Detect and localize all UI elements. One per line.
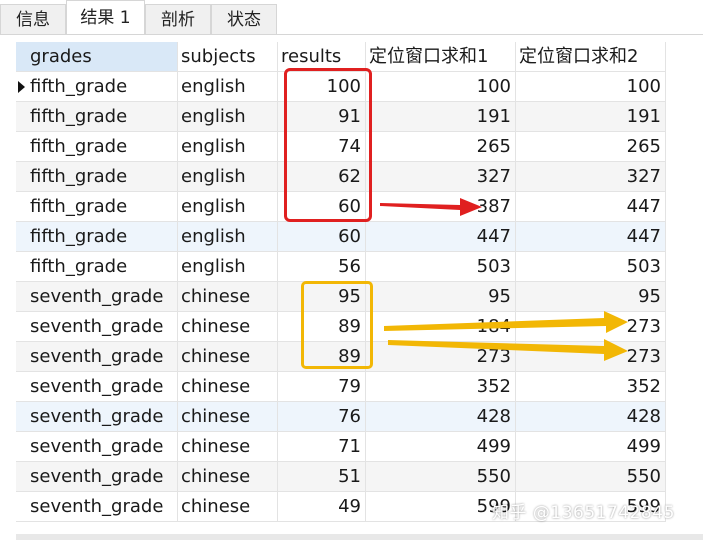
grades-cell[interactable]: seventh_grade (16, 312, 178, 342)
window-sum-1-cell[interactable]: 273 (366, 342, 516, 372)
window-sum-2-cell[interactable]: 100 (516, 72, 666, 102)
window-sum-2-cell[interactable]: 273 (516, 312, 666, 342)
table-row[interactable]: seventh_grade chinese 51 550 550 (16, 462, 666, 492)
window-sum-2-cell[interactable]: 499 (516, 432, 666, 462)
table-row[interactable]: fifth_grade english 56 503 503 (16, 252, 666, 282)
subjects-cell[interactable]: english (178, 102, 278, 132)
table-row[interactable]: seventh_grade chinese 76 428 428 (16, 402, 666, 432)
tab-status[interactable]: 状态 (211, 4, 277, 35)
subjects-cell[interactable]: english (178, 162, 278, 192)
watermark: 知乎 @13651742845 (492, 503, 675, 523)
window-sum-2-cell[interactable]: 428 (516, 402, 666, 432)
subjects-cell[interactable]: chinese (178, 492, 278, 522)
column-header-grades[interactable]: grades (16, 42, 178, 72)
grades-cell[interactable]: seventh_grade (16, 462, 178, 492)
subjects-cell[interactable]: english (178, 222, 278, 252)
window-sum-2-cell[interactable]: 447 (516, 222, 666, 252)
tab-divider (0, 34, 703, 35)
window-sum-1-cell[interactable]: 503 (366, 252, 516, 282)
grades-cell[interactable]: fifth_grade (16, 132, 178, 162)
results-cell[interactable]: 76 (278, 402, 366, 432)
grades-cell[interactable]: fifth_grade (16, 222, 178, 252)
results-cell[interactable]: 49 (278, 492, 366, 522)
grades-cell[interactable]: fifth_grade (16, 252, 178, 282)
window-sum-1-cell[interactable]: 100 (366, 72, 516, 102)
grades-cell[interactable]: seventh_grade (16, 402, 178, 432)
subjects-cell[interactable]: chinese (178, 282, 278, 312)
results-cell[interactable]: 71 (278, 432, 366, 462)
window-sum-2-cell[interactable]: 550 (516, 462, 666, 492)
subjects-cell[interactable]: english (178, 252, 278, 282)
grades-cell[interactable]: seventh_grade (16, 342, 178, 372)
window-sum-1-cell[interactable]: 387 (366, 192, 516, 222)
window-sum-2-cell[interactable]: 503 (516, 252, 666, 282)
subjects-cell[interactable]: chinese (178, 432, 278, 462)
grades-cell[interactable]: fifth_grade (16, 192, 178, 222)
window-sum-1-cell[interactable]: 327 (366, 162, 516, 192)
subjects-cell[interactable]: chinese (178, 312, 278, 342)
window-sum-1-cell[interactable]: 447 (366, 222, 516, 252)
window-sum-2-cell[interactable]: 95 (516, 282, 666, 312)
current-row-indicator-icon (18, 81, 25, 93)
subjects-cell[interactable]: english (178, 72, 278, 102)
subjects-cell[interactable]: english (178, 192, 278, 222)
tab-info[interactable]: 信息 (0, 4, 66, 35)
window-sum-2-cell[interactable]: 191 (516, 102, 666, 132)
grades-cell[interactable]: fifth_grade (16, 162, 178, 192)
window-sum-1-cell[interactable]: 428 (366, 402, 516, 432)
window-sum-2-cell[interactable]: 352 (516, 372, 666, 402)
grades-cell[interactable]: seventh_grade (16, 282, 178, 312)
results-cell[interactable]: 60 (278, 222, 366, 252)
grades-cell[interactable]: fifth_grade (16, 102, 178, 132)
results-cell[interactable]: 51 (278, 462, 366, 492)
tab-result-1[interactable]: 结果 1 (66, 0, 145, 35)
window-sum-1-cell[interactable]: 550 (366, 462, 516, 492)
subjects-cell[interactable]: chinese (178, 372, 278, 402)
result-tab-bar: 信息 结果 1 剖析 状态 (0, 0, 703, 35)
window-sum-1-cell[interactable]: 265 (366, 132, 516, 162)
tab-profile[interactable]: 剖析 (145, 4, 211, 35)
table-row[interactable]: seventh_grade chinese 71 499 499 (16, 432, 666, 462)
subjects-cell[interactable]: english (178, 132, 278, 162)
window-sum-1-cell[interactable]: 352 (366, 372, 516, 402)
window-sum-1-cell[interactable]: 191 (366, 102, 516, 132)
column-header-window-sum-1[interactable]: 定位窗口求和1 (366, 42, 516, 72)
yellow-highlight-box (301, 281, 373, 369)
subjects-cell[interactable]: chinese (178, 462, 278, 492)
horizontal-scrollbar[interactable] (16, 534, 703, 540)
window-sum-1-cell[interactable]: 499 (366, 432, 516, 462)
red-highlight-box (284, 68, 372, 222)
table-row[interactable]: fifth_grade english 60 447 447 (16, 222, 666, 252)
window-sum-1-cell[interactable]: 95 (366, 282, 516, 312)
window-sum-2-cell[interactable]: 447 (516, 192, 666, 222)
window-sum-1-cell[interactable]: 184 (366, 312, 516, 342)
window-sum-2-cell[interactable]: 273 (516, 342, 666, 372)
grades-cell[interactable]: fifth_grade (16, 72, 178, 102)
window-sum-2-cell[interactable]: 265 (516, 132, 666, 162)
grades-cell[interactable]: seventh_grade (16, 432, 178, 462)
subjects-cell[interactable]: chinese (178, 342, 278, 372)
table-row[interactable]: seventh_grade chinese 79 352 352 (16, 372, 666, 402)
window-sum-2-cell[interactable]: 327 (516, 162, 666, 192)
grades-cell[interactable]: seventh_grade (16, 492, 178, 522)
results-cell[interactable]: 56 (278, 252, 366, 282)
column-header-window-sum-2[interactable]: 定位窗口求和2 (516, 42, 666, 72)
column-header-subjects[interactable]: subjects (178, 42, 278, 72)
results-cell[interactable]: 79 (278, 372, 366, 402)
grades-cell[interactable]: seventh_grade (16, 372, 178, 402)
subjects-cell[interactable]: chinese (178, 402, 278, 432)
